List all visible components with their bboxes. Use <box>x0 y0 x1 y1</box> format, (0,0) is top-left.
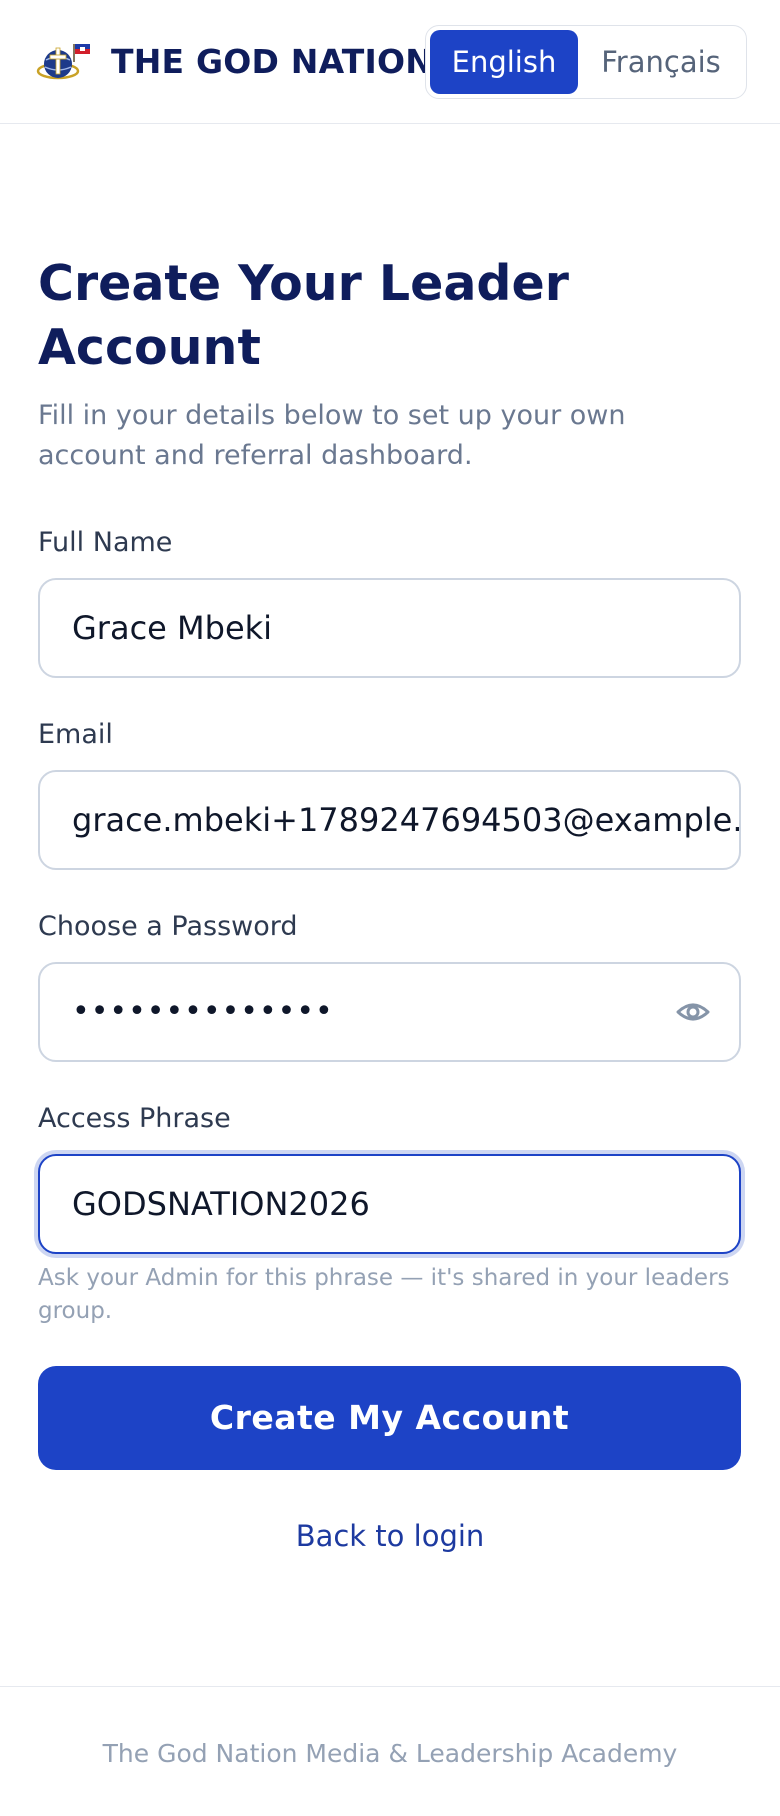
signup-page: THE GOD NATION English Français Create Y… <box>0 0 780 1816</box>
access-phrase-hint: Ask your Admin for this phrase — it's sh… <box>38 1265 730 1324</box>
language-english-button[interactable]: English <box>430 30 578 94</box>
email-value: grace.mbeki+1789247694503@example.com <box>72 801 741 839</box>
page-subtitle: Fill in your details below to set up you… <box>38 400 626 471</box>
email-label: Email <box>38 719 113 750</box>
access-phrase-value: GODSNATION2026 <box>72 1185 370 1223</box>
full-name-input[interactable]: Grace Mbeki <box>38 578 741 678</box>
password-masked-value: •••••••••••••• <box>72 994 334 1029</box>
brand-name: THE GOD NATION <box>111 42 434 81</box>
password-input[interactable]: •••••••••••••• <box>38 962 741 1062</box>
page-title: Create Your Leader Account <box>38 255 569 376</box>
full-name-label: Full Name <box>38 527 173 558</box>
access-phrase-input[interactable]: GODSNATION2026 <box>38 1154 741 1254</box>
top-header: THE GOD NATION English Français <box>0 0 780 124</box>
footer-text: The God Nation Media & Leadership Academ… <box>102 1739 678 1768</box>
language-switcher: English Français <box>425 25 747 99</box>
password-label: Choose a Password <box>38 911 298 942</box>
language-french-button[interactable]: Français <box>582 30 740 94</box>
globe-cross-flag-logo-icon <box>36 44 90 80</box>
page-footer: The God Nation Media & Leadership Academ… <box>0 1686 780 1816</box>
access-phrase-label: Access Phrase <box>38 1103 231 1134</box>
back-to-login-link[interactable]: Back to login <box>0 1516 780 1556</box>
create-account-button[interactable]: Create My Account <box>38 1366 741 1470</box>
full-name-value: Grace Mbeki <box>72 609 273 647</box>
eye-icon[interactable] <box>675 994 711 1030</box>
email-input[interactable]: grace.mbeki+1789247694503@example.com <box>38 770 741 870</box>
